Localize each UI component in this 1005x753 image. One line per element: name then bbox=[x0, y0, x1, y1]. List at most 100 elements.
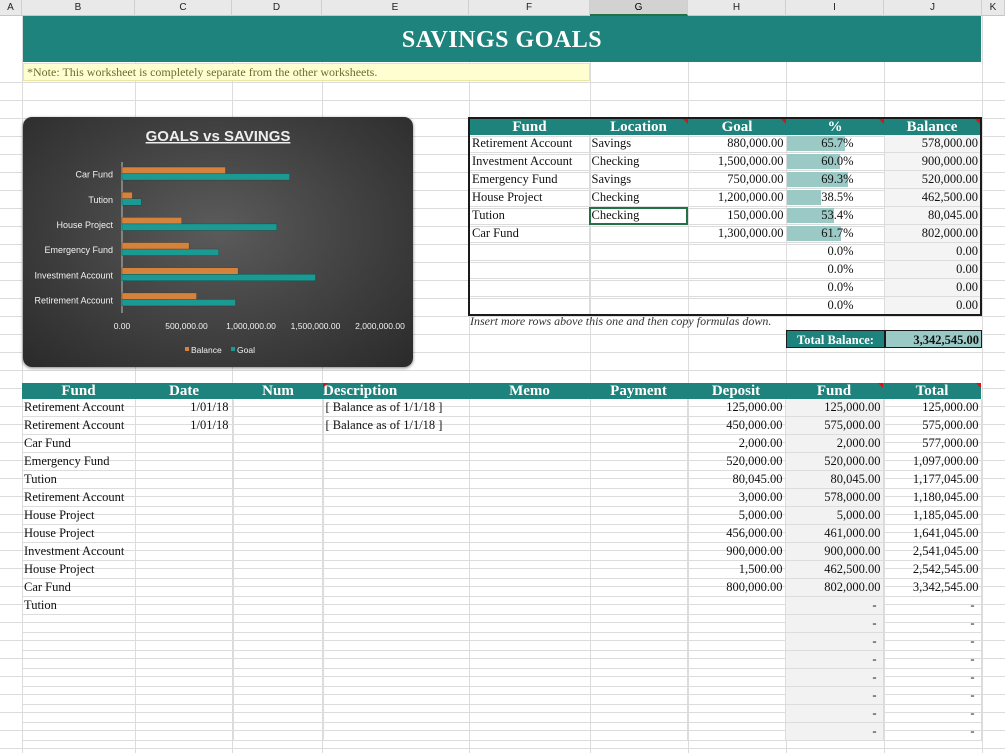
fund-name-cell[interactable] bbox=[469, 260, 590, 279]
ledger-deposit-cell[interactable]: 125,000.00 bbox=[687, 399, 786, 417]
ledger-description-cell[interactable] bbox=[323, 632, 470, 651]
fund-name-cell[interactable]: House Project bbox=[469, 188, 590, 207]
fund-table-header-location[interactable]: Location bbox=[589, 118, 688, 135]
percent-cell[interactable]: 0.0% bbox=[786, 242, 885, 261]
ledger-payment-cell[interactable] bbox=[590, 506, 688, 525]
ledger-header-fund-balance[interactable]: Fund bbox=[785, 383, 883, 399]
ledger-num-cell[interactable] bbox=[233, 650, 324, 669]
ledger-num-cell[interactable] bbox=[233, 452, 324, 471]
fund-name-cell[interactable] bbox=[469, 278, 590, 297]
ledger-num-cell[interactable] bbox=[233, 686, 324, 705]
ledger-header-description[interactable]: Description bbox=[323, 383, 469, 399]
ledger-fund-cell[interactable] bbox=[22, 650, 136, 669]
ledger-memo-cell[interactable] bbox=[469, 452, 591, 471]
ledger-description-cell[interactable] bbox=[323, 614, 470, 633]
ledger-deposit-cell[interactable]: 1,500.00 bbox=[687, 560, 786, 579]
fund-name-cell[interactable] bbox=[469, 296, 590, 316]
ledger-description-cell[interactable] bbox=[323, 578, 470, 597]
location-cell[interactable] bbox=[589, 278, 689, 297]
ledger-description-cell[interactable]: [ Balance as of 1/1/18 ] bbox=[323, 416, 470, 435]
column-header-d[interactable]: D bbox=[232, 0, 322, 16]
location-cell[interactable] bbox=[589, 242, 689, 261]
ledger-fund-balance-cell[interactable]: - bbox=[785, 668, 884, 687]
ledger-date-cell[interactable] bbox=[135, 650, 234, 669]
column-header-h[interactable]: H bbox=[688, 0, 786, 16]
goal-cell[interactable]: 1,300,000.00 bbox=[688, 224, 787, 243]
balance-cell[interactable]: 0.00 bbox=[884, 278, 982, 297]
goal-cell[interactable] bbox=[688, 260, 787, 279]
ledger-num-cell[interactable] bbox=[233, 578, 324, 597]
balance-cell[interactable]: 578,000.00 bbox=[884, 135, 982, 153]
ledger-memo-cell[interactable] bbox=[469, 542, 591, 561]
ledger-payment-cell[interactable] bbox=[590, 668, 688, 687]
percent-cell[interactable]: 0.0% bbox=[786, 260, 885, 279]
ledger-description-cell[interactable] bbox=[323, 524, 470, 543]
ledger-payment-cell[interactable] bbox=[590, 560, 688, 579]
ledger-fund-cell[interactable]: Tution bbox=[22, 596, 136, 615]
ledger-description-cell[interactable] bbox=[323, 722, 470, 741]
ledger-fund-balance-cell[interactable]: 575,000.00 bbox=[785, 416, 884, 435]
ledger-fund-cell[interactable]: Retirement Account bbox=[22, 416, 136, 435]
ledger-date-cell[interactable] bbox=[135, 668, 234, 687]
column-header-a[interactable]: A bbox=[0, 0, 22, 16]
ledger-date-cell[interactable] bbox=[135, 722, 234, 741]
ledger-total-cell[interactable]: - bbox=[883, 668, 982, 687]
column-header-i[interactable]: I bbox=[786, 0, 884, 16]
ledger-fund-cell[interactable]: House Project bbox=[22, 506, 136, 525]
ledger-fund-cell[interactable]: Investment Account bbox=[22, 542, 136, 561]
worksheet-note[interactable]: *Note: This worksheet is completely sepa… bbox=[23, 63, 590, 81]
ledger-payment-cell[interactable] bbox=[590, 542, 688, 561]
ledger-total-cell[interactable]: 1,177,045.00 bbox=[883, 470, 982, 489]
ledger-num-cell[interactable] bbox=[233, 470, 324, 489]
ledger-total-cell[interactable]: 2,541,045.00 bbox=[883, 542, 982, 561]
ledger-date-cell[interactable] bbox=[135, 542, 234, 561]
ledger-total-cell[interactable]: 1,180,045.00 bbox=[883, 488, 982, 507]
ledger-description-cell[interactable]: [ Balance as of 1/1/18 ] bbox=[323, 399, 470, 417]
ledger-fund-cell[interactable] bbox=[22, 614, 136, 633]
ledger-description-cell[interactable] bbox=[323, 560, 470, 579]
ledger-memo-cell[interactable] bbox=[469, 632, 591, 651]
ledger-fund-balance-cell[interactable]: 802,000.00 bbox=[785, 578, 884, 597]
ledger-total-cell[interactable]: - bbox=[883, 632, 982, 651]
balance-cell[interactable]: 520,000.00 bbox=[884, 170, 982, 189]
ledger-date-cell[interactable] bbox=[135, 434, 234, 453]
location-cell[interactable]: Checking bbox=[589, 206, 689, 225]
ledger-total-cell[interactable]: - bbox=[883, 686, 982, 705]
balance-cell[interactable]: 900,000.00 bbox=[884, 152, 982, 171]
ledger-fund-balance-cell[interactable]: 900,000.00 bbox=[785, 542, 884, 561]
ledger-memo-cell[interactable] bbox=[469, 434, 591, 453]
ledger-fund-balance-cell[interactable]: - bbox=[785, 722, 884, 741]
ledger-date-cell[interactable] bbox=[135, 560, 234, 579]
ledger-num-cell[interactable] bbox=[233, 614, 324, 633]
ledger-payment-cell[interactable] bbox=[590, 596, 688, 615]
ledger-description-cell[interactable] bbox=[323, 668, 470, 687]
ledger-total-cell[interactable]: - bbox=[883, 650, 982, 669]
ledger-deposit-cell[interactable] bbox=[687, 722, 786, 741]
ledger-description-cell[interactable] bbox=[323, 488, 470, 507]
ledger-memo-cell[interactable] bbox=[469, 416, 591, 435]
goal-cell[interactable]: 750,000.00 bbox=[688, 170, 787, 189]
ledger-fund-cell[interactable] bbox=[22, 632, 136, 651]
ledger-total-cell[interactable]: 1,097,000.00 bbox=[883, 452, 982, 471]
ledger-fund-cell[interactable]: Emergency Fund bbox=[22, 452, 136, 471]
ledger-total-cell[interactable]: 1,185,045.00 bbox=[883, 506, 982, 525]
ledger-fund-cell[interactable] bbox=[22, 686, 136, 705]
ledger-fund-balance-cell[interactable]: - bbox=[785, 632, 884, 651]
fund-name-cell[interactable]: Emergency Fund bbox=[469, 170, 590, 189]
ledger-payment-cell[interactable] bbox=[590, 416, 688, 435]
ledger-fund-cell[interactable]: Retirement Account bbox=[22, 488, 136, 507]
ledger-fund-cell[interactable] bbox=[22, 668, 136, 687]
ledger-fund-balance-cell[interactable]: 578,000.00 bbox=[785, 488, 884, 507]
percent-cell[interactable]: 53.4% bbox=[786, 206, 885, 225]
column-header-f[interactable]: F bbox=[469, 0, 590, 16]
ledger-fund-cell[interactable]: Retirement Account bbox=[22, 399, 136, 417]
percent-cell[interactable]: 61.7% bbox=[786, 224, 885, 243]
ledger-header-payment[interactable]: Payment bbox=[590, 383, 687, 399]
ledger-total-cell[interactable]: 575,000.00 bbox=[883, 416, 982, 435]
location-cell[interactable]: Checking bbox=[589, 188, 689, 207]
column-header-g[interactable]: G bbox=[590, 0, 688, 16]
location-cell[interactable] bbox=[589, 296, 689, 316]
ledger-date-cell[interactable] bbox=[135, 686, 234, 705]
ledger-total-cell[interactable]: 3,342,545.00 bbox=[883, 578, 982, 597]
ledger-deposit-cell[interactable] bbox=[687, 632, 786, 651]
